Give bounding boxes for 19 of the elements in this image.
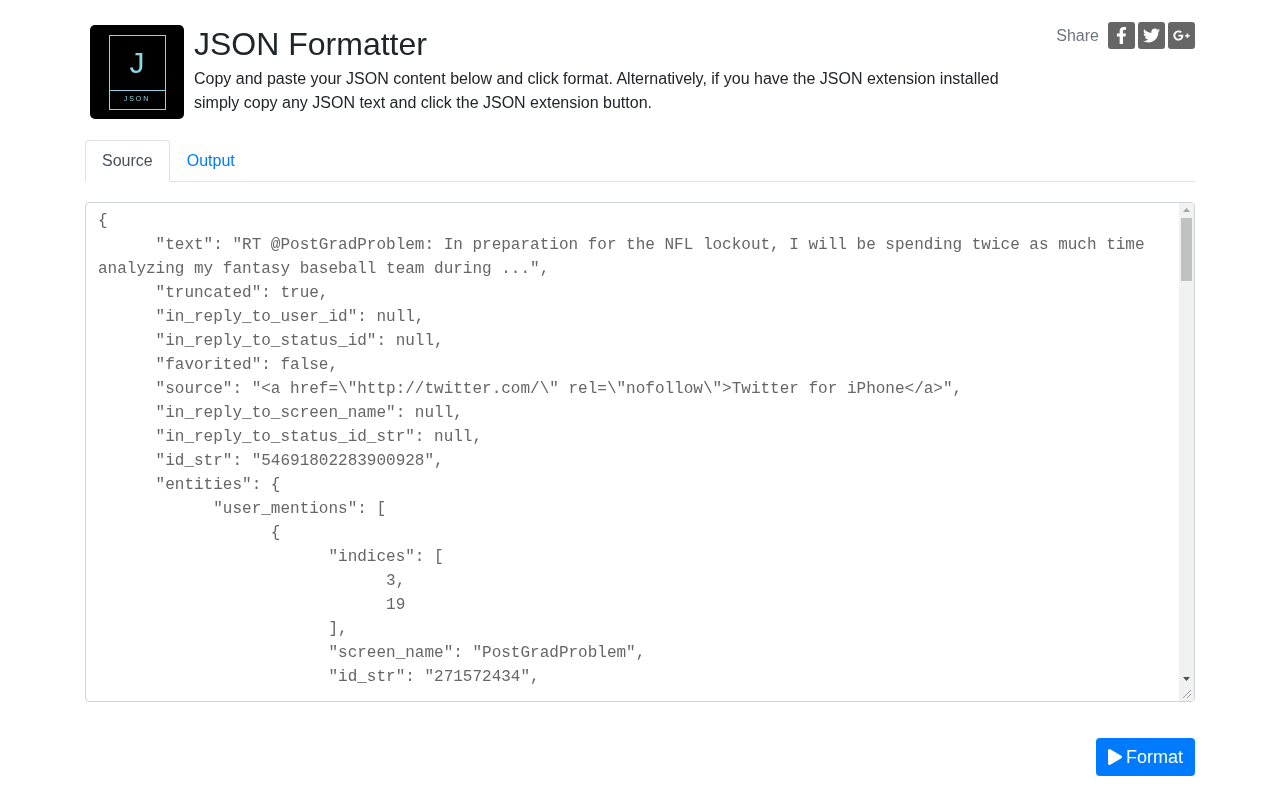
scrollbar[interactable] <box>1179 203 1194 701</box>
google-plus-icon <box>1173 27 1190 44</box>
scroll-down-icon <box>1183 677 1190 681</box>
scroll-up-icon <box>1183 208 1190 212</box>
share-label: Share <box>1056 25 1099 46</box>
format-button[interactable]: Format <box>1096 738 1195 776</box>
play-icon <box>1108 749 1122 765</box>
logo-letter: J <box>128 44 146 81</box>
share-button[interactable] <box>1168 22 1195 49</box>
scrollbar-thumb[interactable] <box>1181 218 1192 281</box>
page-description: Copy and paste your JSON content below and click format. Alternatively, if you have the JSON extension installed simply copy any JSON text and click the JSON extension button. <box>194 69 1000 113</box>
share-button[interactable] <box>1138 22 1165 49</box>
tab[interactable]: Source <box>85 140 170 182</box>
json-input-field[interactable]: { "text": "RT @PostGradProblem: In preparation for the NFL lockout, I will be spending twice as much time analyzing my fantasy baseball team during ...", "truncated": true, "in_reply_to_user_id": null, "in_reply_to_status_id": null, "favorited": false, "source": "<a href=\"http://twitter.com/\" rel=\"nofollow\">Twitter for iPhone</a>", "in_reply_to_screen_name": null, "in_reply_to_status_id_str": null, "id_str": "54691802283900928", "entities": { "user_mentions": [ { "indices": [ 3, 19 ], "screen_name": "PostGradProblem", "id_str": "271572434", <box>86 203 1179 701</box>
bird-icon <box>1143 27 1160 44</box>
share-button[interactable] <box>1108 22 1135 49</box>
tab[interactable]: Output <box>169 140 252 182</box>
page-title: JSON Formatter <box>194 25 428 63</box>
resize-grip-icon <box>1182 689 1192 699</box>
